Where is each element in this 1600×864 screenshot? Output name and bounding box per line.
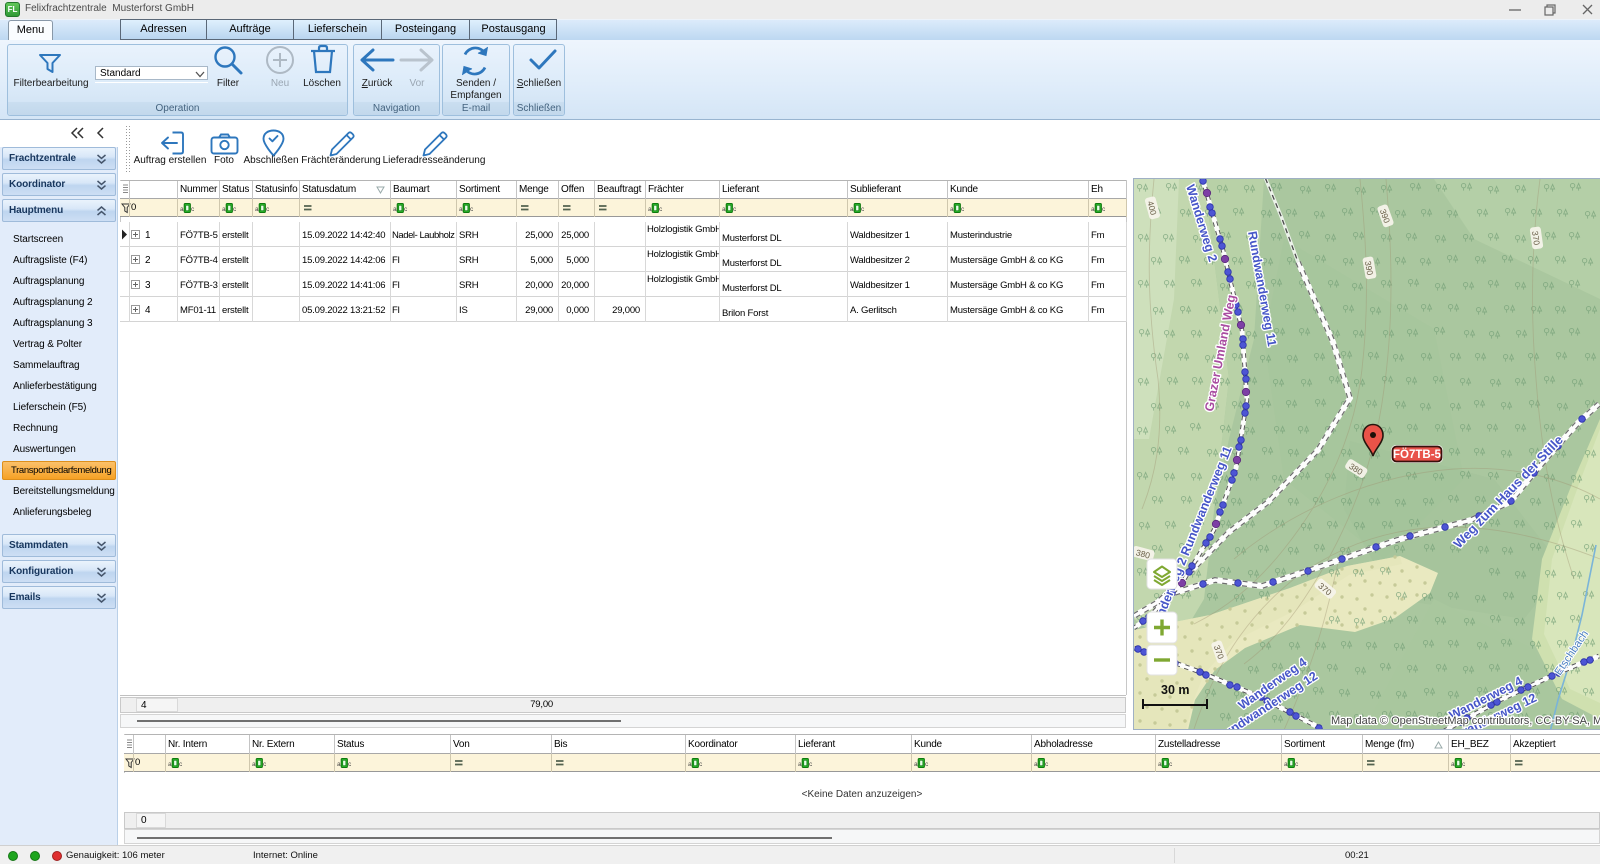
svg-text:c: c bbox=[470, 206, 474, 213]
svg-text:a: a bbox=[222, 206, 226, 213]
svg-text:a: a bbox=[798, 761, 802, 768]
svg-text:a: a bbox=[1158, 761, 1162, 768]
svg-text:c: c bbox=[1462, 761, 1466, 768]
svg-text:a: a bbox=[688, 761, 692, 768]
svg-text:Map data © OpenStreetMap contr: Map data © OpenStreetMap contributors, C… bbox=[1331, 715, 1600, 727]
svg-text:c: c bbox=[191, 206, 195, 213]
svg-text:c: c bbox=[266, 206, 270, 213]
svg-text:a: a bbox=[1034, 761, 1038, 768]
svg-text:c: c bbox=[659, 206, 663, 213]
svg-text:a: a bbox=[459, 206, 463, 213]
svg-text:c: c bbox=[1102, 206, 1106, 213]
svg-text:a: a bbox=[252, 761, 256, 768]
svg-text:c: c bbox=[925, 761, 929, 768]
svg-text:c: c bbox=[961, 206, 965, 213]
svg-text:c: c bbox=[1295, 761, 1299, 768]
svg-text:a: a bbox=[1284, 761, 1288, 768]
svg-text:a: a bbox=[337, 761, 341, 768]
svg-text:a: a bbox=[648, 206, 652, 213]
svg-text:c: c bbox=[809, 761, 813, 768]
svg-text:c: c bbox=[1045, 761, 1049, 768]
svg-text:c: c bbox=[179, 761, 183, 768]
svg-text:a: a bbox=[950, 206, 954, 213]
svg-text:a: a bbox=[850, 206, 854, 213]
svg-text:c: c bbox=[861, 206, 865, 213]
svg-text:c: c bbox=[348, 761, 352, 768]
svg-text:c: c bbox=[263, 761, 267, 768]
svg-text:a: a bbox=[914, 761, 918, 768]
svg-text:a: a bbox=[255, 206, 259, 213]
svg-text:FÖ7TB-5: FÖ7TB-5 bbox=[1393, 448, 1442, 461]
svg-text:a: a bbox=[393, 206, 397, 213]
svg-text:a: a bbox=[722, 206, 726, 213]
svg-text:c: c bbox=[233, 206, 237, 213]
svg-text:370: 370 bbox=[1530, 230, 1542, 246]
svg-text:c: c bbox=[1169, 761, 1173, 768]
svg-text:c: c bbox=[733, 206, 737, 213]
svg-text:a: a bbox=[1091, 206, 1095, 213]
svg-text:30 m: 30 m bbox=[1161, 683, 1190, 697]
svg-text:c: c bbox=[404, 206, 408, 213]
svg-text:a: a bbox=[1451, 761, 1455, 768]
svg-text:a: a bbox=[180, 206, 184, 213]
svg-text:c: c bbox=[699, 761, 703, 768]
svg-text:a: a bbox=[168, 761, 172, 768]
